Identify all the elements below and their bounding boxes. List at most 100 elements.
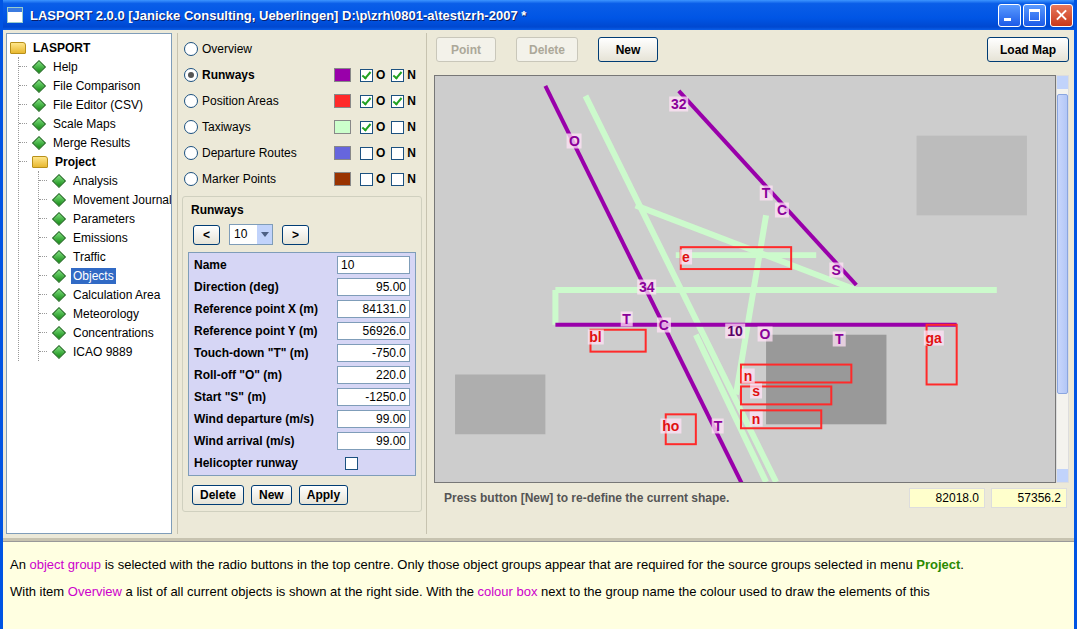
tree-item[interactable]: Calculation Area bbox=[39, 285, 171, 304]
tree-item[interactable]: Merge Results bbox=[19, 133, 171, 152]
group-row[interactable]: Position AreasON bbox=[182, 88, 422, 114]
checkbox[interactable] bbox=[360, 69, 373, 82]
tree-item[interactable]: File Comparison bbox=[19, 76, 171, 95]
toolbar-button[interactable]: New bbox=[598, 37, 658, 62]
folder-icon bbox=[10, 42, 26, 54]
colour-box[interactable] bbox=[334, 68, 351, 82]
map-scrollbar[interactable] bbox=[1056, 75, 1069, 483]
radio-button[interactable] bbox=[184, 120, 198, 134]
tree-item[interactable]: Meteorology bbox=[39, 304, 171, 323]
help-text: a list of all current objects is shown a… bbox=[122, 584, 478, 599]
editor-button[interactable]: Delete bbox=[192, 485, 244, 505]
scroll-thumb[interactable] bbox=[1057, 94, 1068, 394]
property-field[interactable]: 95.00 bbox=[337, 278, 410, 296]
tree-item[interactable]: Concentrations bbox=[39, 323, 171, 342]
group-row[interactable]: TaxiwaysON bbox=[182, 114, 422, 140]
map-label: 10 bbox=[725, 323, 745, 338]
folder-icon bbox=[32, 156, 48, 168]
tree-item[interactable]: LASPORT bbox=[7, 38, 171, 57]
toolbar-button[interactable]: Point bbox=[436, 37, 496, 62]
map-label: ga bbox=[923, 330, 943, 345]
minimize-button[interactable] bbox=[998, 4, 1021, 27]
help-text: is selected with the radio buttons in th… bbox=[101, 557, 916, 572]
property-row: Reference point X (m)84131.0 bbox=[194, 298, 410, 320]
next-button[interactable]: > bbox=[282, 225, 309, 245]
colour-box[interactable] bbox=[334, 172, 351, 186]
property-field[interactable]: 99.00 bbox=[337, 432, 410, 450]
property-field[interactable]: 220.0 bbox=[337, 366, 410, 384]
property-field[interactable]: 99.00 bbox=[337, 410, 410, 428]
tree-item[interactable]: ICAO 9889 bbox=[39, 342, 171, 361]
checkbox[interactable] bbox=[345, 457, 358, 470]
editor-button[interactable]: Apply bbox=[299, 485, 348, 505]
tree-item[interactable]: Movement Journal bbox=[39, 190, 171, 209]
tree-item[interactable]: Parameters bbox=[39, 209, 171, 228]
help-text: . bbox=[960, 557, 964, 572]
map-canvas[interactable]: 32OTCSe34TC10OTgablnsnhoT bbox=[434, 75, 1056, 483]
help-link[interactable]: Overview bbox=[68, 584, 122, 599]
previous-button[interactable]: < bbox=[193, 225, 220, 245]
property-field[interactable]: 56926.0 bbox=[337, 322, 410, 340]
tree-item[interactable]: Traffic bbox=[39, 247, 171, 266]
diamond-icon bbox=[52, 325, 66, 339]
checkbox[interactable] bbox=[391, 95, 404, 108]
property-field[interactable]: -1250.0 bbox=[337, 388, 410, 406]
coordinate-y: 57356.2 bbox=[991, 488, 1067, 508]
property-field[interactable]: 84131.0 bbox=[337, 300, 410, 318]
radio-button[interactable] bbox=[184, 94, 198, 108]
tree-item[interactable]: Objects bbox=[39, 266, 171, 285]
help-text: An bbox=[10, 557, 30, 572]
minimize-icon bbox=[1004, 18, 1011, 21]
group-row[interactable]: Marker PointsON bbox=[182, 166, 422, 192]
map-label: T bbox=[620, 311, 633, 326]
checkbox[interactable] bbox=[360, 121, 373, 134]
tree-item[interactable]: Emissions bbox=[39, 228, 171, 247]
checkbox[interactable] bbox=[360, 147, 373, 160]
property-field[interactable]: -750.0 bbox=[337, 344, 410, 362]
editor-button[interactable]: New bbox=[251, 485, 292, 505]
colour-box[interactable] bbox=[334, 120, 351, 134]
load-map-button[interactable]: Load Map bbox=[987, 37, 1069, 62]
tree-item[interactable]: Scale Maps bbox=[19, 114, 171, 133]
group-list: OverviewRunwaysONPosition AreasONTaxiway… bbox=[182, 33, 422, 192]
close-button[interactable] bbox=[1050, 4, 1073, 27]
property-row: Wind departure (m/s)99.00 bbox=[194, 408, 410, 430]
radio-button[interactable] bbox=[184, 146, 198, 160]
checkbox[interactable] bbox=[360, 95, 373, 108]
diamond-icon bbox=[52, 192, 66, 206]
checkbox[interactable] bbox=[391, 121, 404, 134]
property-field[interactable]: 10 bbox=[337, 256, 410, 274]
group-row[interactable]: Overview bbox=[182, 36, 422, 62]
colour-box[interactable] bbox=[334, 94, 351, 108]
radio-button[interactable] bbox=[184, 172, 198, 186]
group-row[interactable]: RunwaysON bbox=[182, 62, 422, 88]
colour-box[interactable] bbox=[334, 146, 351, 160]
property-row: Direction (deg)95.00 bbox=[194, 276, 410, 298]
radio-button[interactable] bbox=[184, 68, 198, 82]
toolbar-button[interactable]: Delete bbox=[516, 37, 578, 62]
diamond-icon bbox=[52, 230, 66, 244]
coordinate-x: 82018.0 bbox=[909, 488, 985, 508]
tree-item[interactable]: File Editor (CSV) bbox=[19, 95, 171, 114]
tree-item[interactable]: Analysis bbox=[39, 171, 171, 190]
map-panel: PointDeleteNewLoad Map32OTCSe34TC10OTgab… bbox=[432, 33, 1071, 534]
radio-button[interactable] bbox=[184, 42, 198, 56]
status-message: Press button [New] to re-define the curr… bbox=[444, 491, 903, 505]
property-row: Start "S" (m)-1250.0 bbox=[194, 386, 410, 408]
object-navigator: <10 > bbox=[188, 224, 416, 245]
checkbox[interactable] bbox=[391, 69, 404, 82]
tree-item[interactable]: Project bbox=[19, 152, 171, 171]
help-link[interactable]: colour box bbox=[477, 584, 537, 599]
object-select[interactable]: 10 bbox=[229, 224, 273, 245]
checkbox[interactable] bbox=[360, 173, 373, 186]
group-row[interactable]: Departure RoutesON bbox=[182, 140, 422, 166]
checkbox[interactable] bbox=[391, 147, 404, 160]
help-link[interactable]: object group bbox=[30, 557, 102, 572]
map-toolbar: Point Delete New Load Map bbox=[432, 33, 1071, 75]
map-label: T bbox=[712, 419, 725, 434]
maximize-button[interactable] bbox=[1023, 4, 1046, 27]
tree-item[interactable]: Help bbox=[19, 57, 171, 76]
checkbox[interactable] bbox=[391, 173, 404, 186]
property-row: Helicopter runway bbox=[194, 452, 410, 474]
map-label: ho bbox=[660, 419, 681, 434]
